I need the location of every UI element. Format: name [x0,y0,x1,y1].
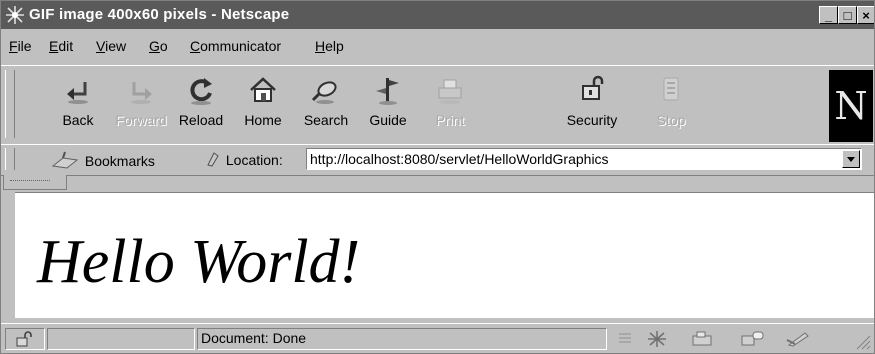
location-label: Location: [204,150,283,168]
navigation-toolbar: Back Forward Reload Home Search Guide Pr… [1,65,874,145]
menu-view[interactable]: View [96,38,126,54]
minimize-button[interactable]: _ [819,6,838,24]
menu-help[interactable]: Help [315,38,344,54]
search-button-label: Search [303,112,349,128]
menu-help-accel: H [315,38,326,54]
stop-button-label: Stop [656,112,686,128]
stop-button[interactable]: Stop [641,74,701,138]
home-button-label: Home [244,112,282,128]
navigator-component-icon[interactable] [643,330,671,348]
back-arrow-icon [67,82,88,104]
back-button[interactable]: Back [48,74,108,138]
search-button[interactable]: Search [296,74,356,138]
status-text: Document: Done [201,330,307,346]
reload-button[interactable]: Reload [171,74,231,138]
print-icon [438,79,462,104]
url-text: http://localhost:8080/servlet/HelloWorld… [310,151,609,167]
url-dropdown-button[interactable] [842,150,860,168]
forward-button[interactable]: Forward [111,74,171,138]
forward-arrow-icon [131,82,152,104]
bookmarks-label: Bookmarks [84,153,155,169]
guide-icon [376,78,399,105]
menu-communicator[interactable]: Communicator [190,38,281,54]
reload-icon [190,78,212,105]
page-proxy-icon[interactable] [204,150,222,168]
back-button-label: Back [62,112,94,128]
maximize-button[interactable]: □ [838,6,857,24]
progress-panel [47,328,195,350]
component-bar-grip-icon[interactable] [613,330,641,348]
collapsed-toolbar-tab-strip [1,175,874,191]
bookmarks-button[interactable]: Bookmarks [51,150,155,170]
toolbar-grip[interactable] [5,70,15,138]
reload-button-label: Reload [178,112,224,128]
print-button[interactable]: Print [420,74,480,138]
menu-help-label: elp [325,38,344,54]
menu-file[interactable]: File [9,38,32,54]
url-field[interactable]: http://localhost:8080/servlet/HelloWorld… [306,148,862,170]
discussion-groups-icon[interactable] [739,330,767,348]
menu-bar: File Edit View Go Communicator Help [1,31,874,61]
menu-view-accel: V [96,38,106,54]
padlock-icon [582,75,604,100]
print-button-label: Print [435,112,465,128]
location-toolbar: Bookmarks Location: http://localhost:808… [1,144,874,176]
menu-go-accel: G [149,38,160,54]
security-status-panel[interactable] [5,328,45,350]
unlocked-padlock-icon [16,331,32,347]
menu-go[interactable]: Go [149,38,168,54]
menu-communicator-label: ommunicator [200,38,282,54]
status-bar: Document: Done [1,323,874,353]
window-title: GIF image 400x60 pixels - Netscape [29,6,290,23]
mail-component-icon[interactable] [689,330,717,348]
menu-edit[interactable]: Edit [49,38,73,54]
menu-file-accel: F [9,38,18,54]
menu-view-label: iew [105,38,127,54]
menu-file-label: ile [17,38,32,54]
guide-button[interactable]: Guide [358,74,418,138]
bookmarks-icon [51,151,79,169]
forward-button-label: Forward [115,112,167,128]
menu-go-label: o [159,38,168,54]
location-label-text: Location: [225,152,283,168]
menu-edit-accel: E [49,38,59,54]
menu-communicator-accel: C [190,38,201,54]
security-button[interactable]: Security [562,74,622,138]
close-button[interactable]: × [857,6,874,24]
stop-icon [663,77,679,101]
title-bar[interactable]: GIF image 400x60 pixels - Netscape _ □ × [1,1,874,29]
location-grip[interactable] [5,148,15,170]
menu-edit-label: dit [58,38,74,54]
home-icon [250,77,276,102]
netscape-app-icon[interactable] [5,5,25,25]
home-button[interactable]: Home [233,74,293,138]
netscape-logo[interactable]: N [829,70,873,142]
resize-grip-icon[interactable] [853,332,871,350]
search-icon [311,81,337,104]
hello-world-image: Hello World! [37,228,361,296]
browser-window: GIF image 400x60 pixels - Netscape _ □ ×… [0,0,875,354]
page-content: Hello World! [15,192,874,318]
security-button-label: Security [566,112,618,128]
composer-component-icon[interactable] [785,330,813,348]
collapsed-toolbar-tab[interactable] [3,175,67,190]
guide-button-label: Guide [369,112,407,128]
